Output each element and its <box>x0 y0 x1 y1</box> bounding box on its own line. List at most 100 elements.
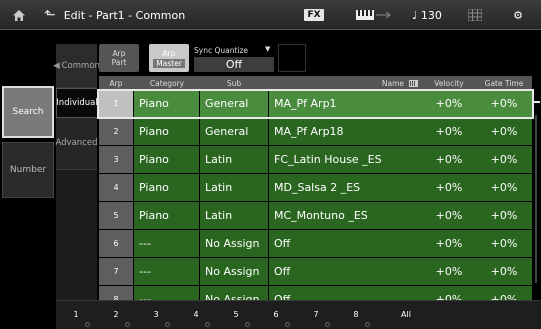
tab-advanced[interactable]: Advanced <box>55 118 98 170</box>
row-category[interactable]: Piano <box>134 174 199 201</box>
row-gate-time[interactable]: +0% <box>476 118 532 145</box>
indicator-icon <box>165 322 170 327</box>
row-velocity[interactable]: +0% <box>423 90 475 117</box>
tab-common[interactable]: ◀ Common <box>53 44 100 88</box>
arp-part-line1: Arp <box>112 49 126 58</box>
row-sub[interactable]: General <box>200 90 268 117</box>
tempo-display[interactable]: ♩ 130 <box>404 0 450 30</box>
table-row[interactable]: 3 Piano Latin FC_Latin House _ES +0% +0% <box>99 146 532 173</box>
arp-master-line2: Master <box>153 58 185 68</box>
list-icon[interactable] <box>409 76 423 90</box>
row-number[interactable]: 4 <box>99 174 133 201</box>
row-category[interactable]: Piano <box>134 118 199 145</box>
part-button-label: 6 <box>273 310 279 319</box>
keyboard-icon <box>356 10 391 20</box>
indicator-icon <box>325 322 330 327</box>
header-category: Category <box>149 78 185 88</box>
row-category[interactable]: --- <box>134 258 199 285</box>
grid-button[interactable] <box>460 0 490 30</box>
sync-quantize-label: Sync Quantize <box>194 46 249 55</box>
part-button-label: 1 <box>73 310 79 319</box>
row-sub[interactable]: Latin <box>200 174 268 201</box>
table-header: Arp Category Sub Name Velocity Gate Time <box>99 76 532 90</box>
indicator-icon <box>125 322 130 327</box>
part-button-label: 2 <box>113 310 119 319</box>
tab-common-label: Common <box>61 60 100 71</box>
tab-individual[interactable]: Individual <box>56 88 98 118</box>
row-gate-time[interactable]: +0% <box>476 174 532 201</box>
row-gate-time[interactable]: +0% <box>476 202 532 229</box>
arp-part-button[interactable]: Arp Part <box>99 44 139 72</box>
row-gate-time[interactable]: +0% <box>476 146 532 173</box>
row-velocity[interactable]: +0% <box>423 174 475 201</box>
row-sub[interactable]: General <box>200 118 268 145</box>
row-category[interactable]: --- <box>134 230 199 257</box>
row-category[interactable]: Piano <box>134 202 199 229</box>
indicator-icon <box>85 322 90 327</box>
top-bar: ⬑ Edit - Part1 - Common FX ♩ 130 ⚙ <box>0 0 541 30</box>
row-gate-time[interactable]: +0% <box>476 90 532 117</box>
row-category[interactable]: Piano <box>134 90 199 117</box>
return-icon[interactable]: ⬑ <box>44 7 56 23</box>
row-sub[interactable]: Latin <box>200 202 268 229</box>
gear-icon: ⚙ <box>513 8 523 22</box>
keyboard-button[interactable] <box>352 0 396 30</box>
grid-icon <box>468 9 482 21</box>
row-velocity[interactable]: +0% <box>423 118 475 145</box>
part-button-6[interactable]: 6 <box>256 300 296 329</box>
part-button-4[interactable]: 4 <box>176 300 216 329</box>
fx-button[interactable]: FX <box>296 0 332 30</box>
sync-quantize-select[interactable]: Off <box>194 57 274 72</box>
indicator-icon <box>365 322 370 327</box>
part-button-2[interactable]: 2 <box>96 300 136 329</box>
header-name: Name <box>381 78 404 88</box>
part-button-3[interactable]: 3 <box>136 300 176 329</box>
row-velocity[interactable]: +0% <box>423 202 475 229</box>
tab-advanced-label: Advanced <box>55 138 98 148</box>
table-row[interactable]: 7 --- No Assign Off +0% +0% <box>99 258 532 285</box>
row-category[interactable]: Piano <box>134 146 199 173</box>
black-display-box <box>278 44 306 72</box>
part-button-all[interactable]: All <box>386 300 426 329</box>
table-row[interactable]: 6 --- No Assign Off +0% +0% <box>99 230 532 257</box>
row-sub[interactable]: No Assign <box>200 258 268 285</box>
table-row[interactable]: 4 Piano Latin MD_Salsa 2 _ES +0% +0% <box>99 174 532 201</box>
dropdown-icon: ▼ <box>265 45 271 53</box>
part-button-7[interactable]: 7 <box>296 300 336 329</box>
table-row[interactable]: 5 Piano Latin MC_Montuno _ES +0% +0% <box>99 202 532 229</box>
row-velocity[interactable]: +0% <box>423 230 475 257</box>
row-number[interactable]: 3 <box>99 146 133 173</box>
part-button-5[interactable]: 5 <box>216 300 256 329</box>
table-row[interactable]: 1 Piano General MA_Pf Arp1 +0% +0% <box>99 90 532 117</box>
row-number[interactable]: 7 <box>99 258 133 285</box>
part-button-label: 3 <box>153 310 159 319</box>
row-sub[interactable]: Latin <box>200 146 268 173</box>
tab-search[interactable]: Search <box>2 86 54 138</box>
selection-pointer <box>534 101 540 103</box>
part-button-8[interactable]: 8 <box>336 300 376 329</box>
fx-label: FX <box>304 9 324 21</box>
row-gate-time[interactable]: +0% <box>476 230 532 257</box>
indicator-icon <box>205 322 210 327</box>
row-sub[interactable]: No Assign <box>200 230 268 257</box>
home-icon <box>13 9 25 21</box>
row-number[interactable]: 5 <box>99 202 133 229</box>
row-velocity[interactable]: +0% <box>423 258 475 285</box>
header-arp: Arp <box>109 78 123 88</box>
row-number[interactable]: 2 <box>99 118 133 145</box>
common-icon: ◀ <box>53 60 60 71</box>
row-number[interactable]: 6 <box>99 230 133 257</box>
part-button-label: 8 <box>353 310 359 319</box>
scrollbar[interactable] <box>535 115 537 283</box>
row-velocity[interactable]: +0% <box>423 146 475 173</box>
home-button[interactable] <box>0 0 38 30</box>
arp-master-button[interactable]: Arp Master <box>149 44 189 72</box>
row-number[interactable]: 1 <box>99 90 133 117</box>
table-row[interactable]: 2 Piano General MA_Pf Arp18 +0% +0% <box>99 118 532 145</box>
tab-individual-label: Individual <box>56 98 98 108</box>
settings-button[interactable]: ⚙ <box>500 0 536 30</box>
header-velocity: Velocity <box>434 78 464 88</box>
row-gate-time[interactable]: +0% <box>476 258 532 285</box>
tab-number[interactable]: Number <box>2 142 54 198</box>
part-button-1[interactable]: 1 <box>56 300 96 329</box>
